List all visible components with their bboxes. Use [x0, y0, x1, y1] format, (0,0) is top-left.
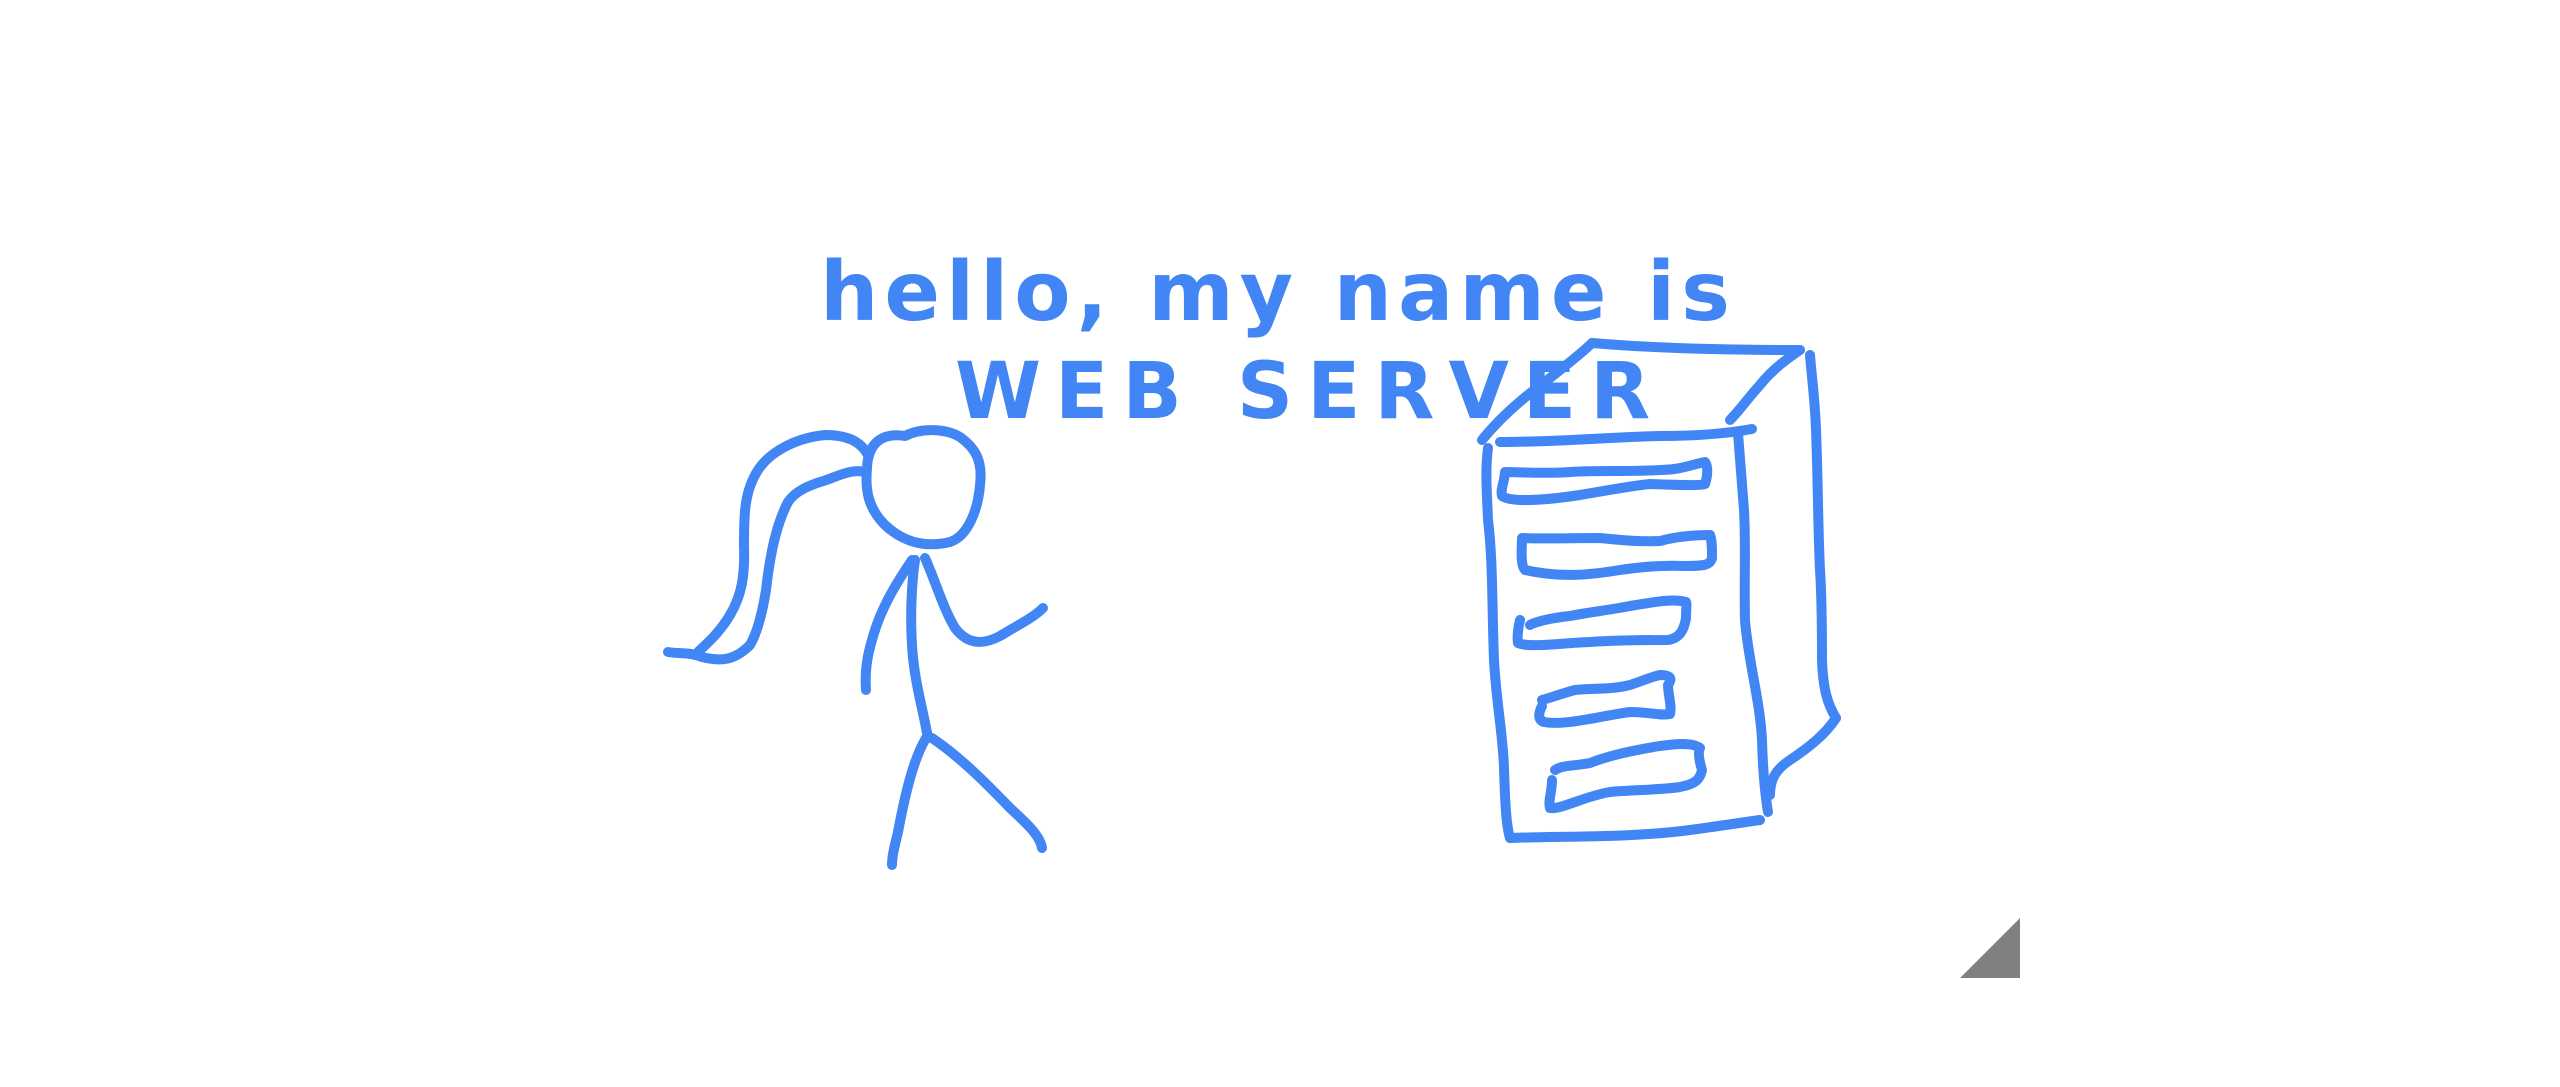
caption-line-1: hello, my name is	[820, 245, 1736, 340]
sketch-svg: hello, my name is WEB SERVER	[663, 245, 2020, 978]
drawing-canvas: hello, my name is WEB SERVER	[0, 0, 2560, 1082]
page-corner-icon	[1960, 918, 2020, 978]
stick-figure-icon	[663, 425, 1048, 870]
caption-line-2: WEB SERVER	[955, 347, 1664, 437]
